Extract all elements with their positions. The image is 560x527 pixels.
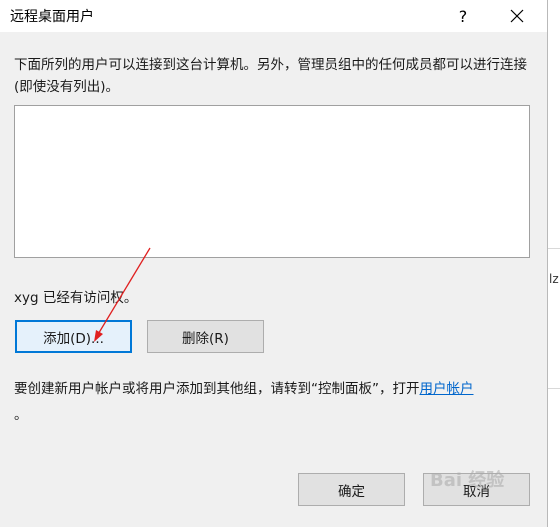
background-text-fragment: lz: [549, 272, 559, 286]
window-title: 远程桌面用户: [10, 9, 94, 25]
info-text: 要创建新用户帐户或将用户添加到其他组，请转到“控制面板”，打开用户帐户 。: [14, 376, 538, 428]
background-divider: [548, 248, 560, 249]
remove-button-label: 删除(R): [182, 330, 229, 347]
background-divider: [548, 388, 560, 389]
cancel-button-label: 取消: [463, 483, 490, 500]
title-bar: 远程桌面用户 ?: [0, 0, 547, 32]
cancel-button[interactable]: 取消: [423, 473, 530, 506]
ok-button[interactable]: 确定: [298, 473, 405, 506]
close-icon: [510, 9, 524, 23]
add-button[interactable]: 添加(D)...: [15, 320, 132, 353]
close-button[interactable]: [494, 0, 540, 32]
info-text-suffix: 。: [14, 407, 28, 423]
help-icon: ?: [458, 6, 468, 26]
access-status-text: xyg 已经有访问权。: [14, 290, 138, 306]
info-text-prefix: 要创建新用户帐户或将用户添加到其他组，请转到“控制面板”，打开: [14, 381, 420, 397]
remote-desktop-users-dialog: 远程桌面用户 ? 下面所列的用户可以连接到这台计算机。另外，管理员组中的任何成员…: [0, 0, 548, 527]
ok-button-label: 确定: [338, 483, 365, 500]
user-listbox[interactable]: [14, 105, 530, 258]
dialog-description: 下面所列的用户可以连接到这台计算机。另外，管理员组中的任何成员都可以进行连接(即…: [14, 57, 527, 95]
user-accounts-link[interactable]: 用户帐户: [420, 381, 474, 397]
background-window-edge: lz: [548, 0, 560, 527]
help-button[interactable]: ?: [440, 0, 486, 32]
add-button-label: 添加(D)...: [43, 330, 104, 347]
remove-button[interactable]: 删除(R): [147, 320, 264, 353]
